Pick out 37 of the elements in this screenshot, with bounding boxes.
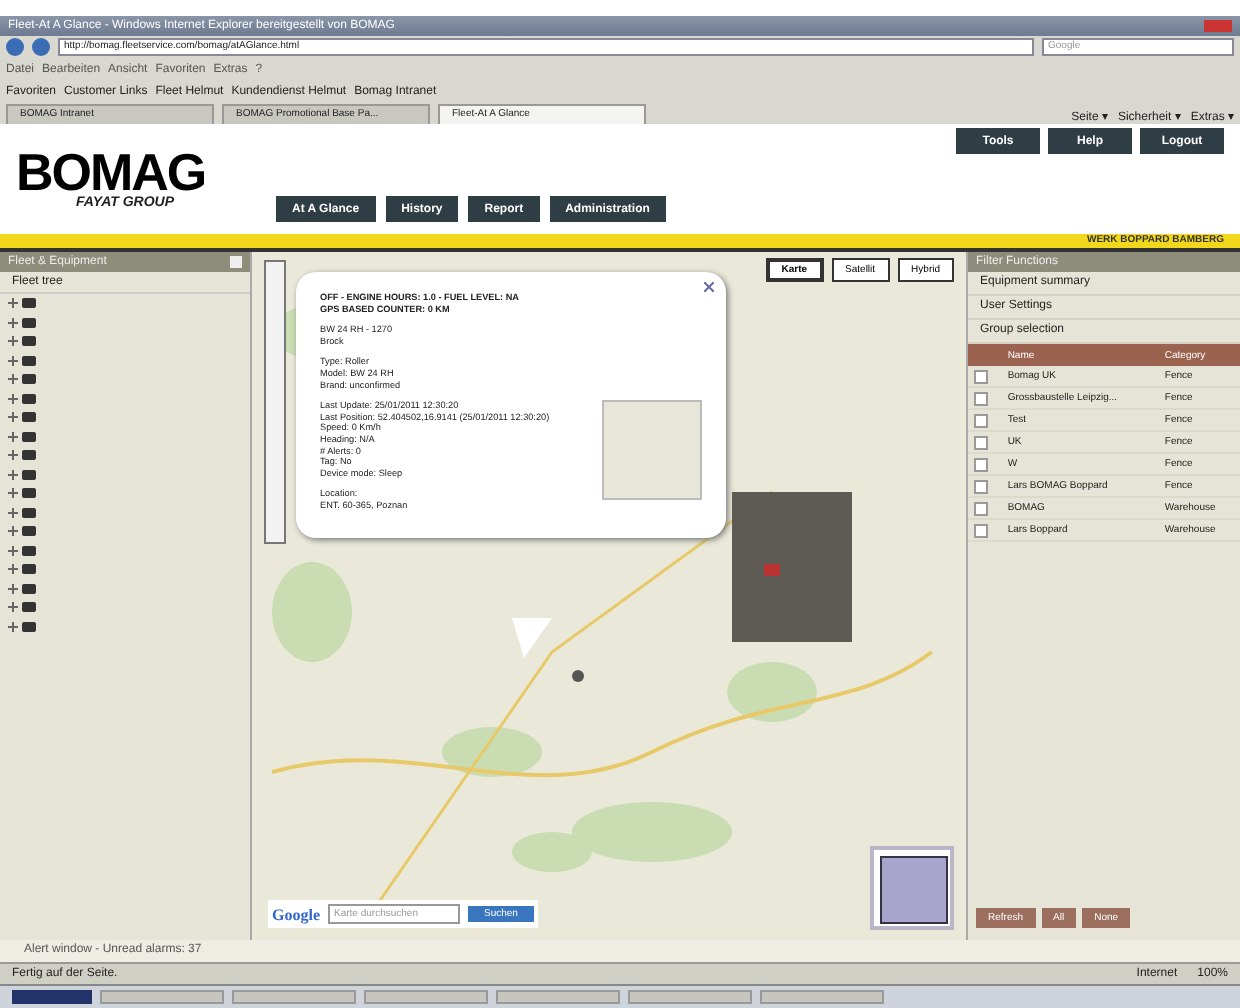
expand-icon[interactable] xyxy=(8,412,18,423)
expand-icon[interactable] xyxy=(8,450,18,461)
expand-icon[interactable] xyxy=(8,488,18,499)
checkbox[interactable] xyxy=(974,457,988,471)
window-controls-icon xyxy=(1204,20,1232,32)
expand-icon[interactable] xyxy=(8,583,18,594)
forward-icon[interactable] xyxy=(32,38,50,56)
expand-icon[interactable] xyxy=(8,355,18,366)
checkbox[interactable] xyxy=(974,479,988,493)
checkbox[interactable] xyxy=(974,391,988,405)
back-icon[interactable] xyxy=(6,38,24,56)
expand-icon[interactable] xyxy=(8,317,18,328)
zoom-control[interactable] xyxy=(264,260,286,544)
overview-map[interactable] xyxy=(870,846,954,930)
start-button[interactable] xyxy=(12,990,92,1004)
checkbox[interactable] xyxy=(974,369,988,383)
expand-icon[interactable] xyxy=(8,393,18,404)
expand-icon[interactable] xyxy=(8,526,18,537)
thumbnail-placeholder xyxy=(602,400,702,500)
checkbox[interactable] xyxy=(974,523,988,537)
popup-tail xyxy=(512,618,552,658)
checkbox[interactable] xyxy=(974,413,988,427)
expand-icon[interactable] xyxy=(8,564,18,575)
expand-icon[interactable] xyxy=(8,431,18,442)
close-icon[interactable] xyxy=(704,282,714,292)
expand-icon[interactable] xyxy=(8,374,18,385)
logo-text: BOMAG xyxy=(16,148,208,196)
expand-icon[interactable] xyxy=(8,602,18,613)
expand-icon[interactable] xyxy=(8,298,18,309)
expand-icon[interactable] xyxy=(8,336,18,347)
google-logo: Google xyxy=(272,905,320,923)
expand-icon[interactable] xyxy=(8,469,18,480)
expand-icon[interactable] xyxy=(8,507,18,518)
expand-icon[interactable] xyxy=(8,545,18,556)
expand-icon[interactable] xyxy=(8,621,18,632)
checkbox[interactable] xyxy=(974,435,988,449)
checkbox[interactable] xyxy=(974,501,988,515)
